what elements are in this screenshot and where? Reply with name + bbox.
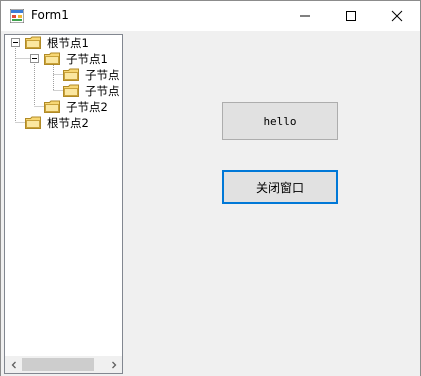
- folder-icon: [25, 116, 41, 129]
- tree-node-root-2[interactable]: 根节点2: [47, 116, 89, 130]
- minus-box-icon[interactable]: [30, 54, 39, 63]
- scroll-thumb[interactable]: [22, 358, 94, 371]
- window-title: Form1: [31, 8, 69, 22]
- hello-button[interactable]: hello: [222, 102, 338, 140]
- horizontal-scrollbar[interactable]: [5, 356, 122, 373]
- form-icon: [10, 9, 24, 23]
- scroll-left-button[interactable]: [5, 356, 22, 373]
- folder-icon: [44, 52, 60, 65]
- folder-icon: [25, 36, 41, 49]
- tree-node-root-1[interactable]: 根节点1: [47, 36, 89, 50]
- folder-icon: [63, 68, 79, 81]
- scroll-right-button[interactable]: [105, 356, 122, 373]
- chevron-left-icon: [11, 361, 16, 368]
- chevron-right-icon: [111, 361, 116, 368]
- main-window: Form1 根节点1 子节点1 子节点 子节点 子节点2 根节点2 hello …: [0, 0, 421, 376]
- minimize-button[interactable]: [282, 1, 328, 31]
- tree-viewport: 根节点1 子节点1 子节点 子节点 子节点2 根节点2: [5, 35, 122, 357]
- title-bar[interactable]: Form1: [1, 1, 420, 31]
- tree-node-child-2[interactable]: 子节点2: [66, 100, 108, 114]
- tree-node-child-1[interactable]: 子节点1: [66, 52, 108, 66]
- minus-box-icon[interactable]: [11, 38, 20, 47]
- tree-view[interactable]: 根节点1 子节点1 子节点 子节点 子节点2 根节点2: [4, 34, 123, 374]
- close-form-button[interactable]: 关闭窗口: [222, 170, 338, 204]
- folder-icon: [44, 100, 60, 113]
- close-icon: [391, 10, 403, 22]
- tree-node-grandchild-2[interactable]: 子节点: [85, 84, 120, 98]
- close-window-button[interactable]: [374, 1, 420, 31]
- maximize-icon: [346, 11, 356, 21]
- minimize-icon: [300, 15, 310, 17]
- folder-icon: [63, 84, 79, 97]
- form-client-area: 根节点1 子节点1 子节点 子节点 子节点2 根节点2 hello 关闭窗口: [1, 31, 420, 376]
- tree-node-grandchild-1[interactable]: 子节点: [85, 68, 120, 82]
- maximize-button[interactable]: [328, 1, 374, 31]
